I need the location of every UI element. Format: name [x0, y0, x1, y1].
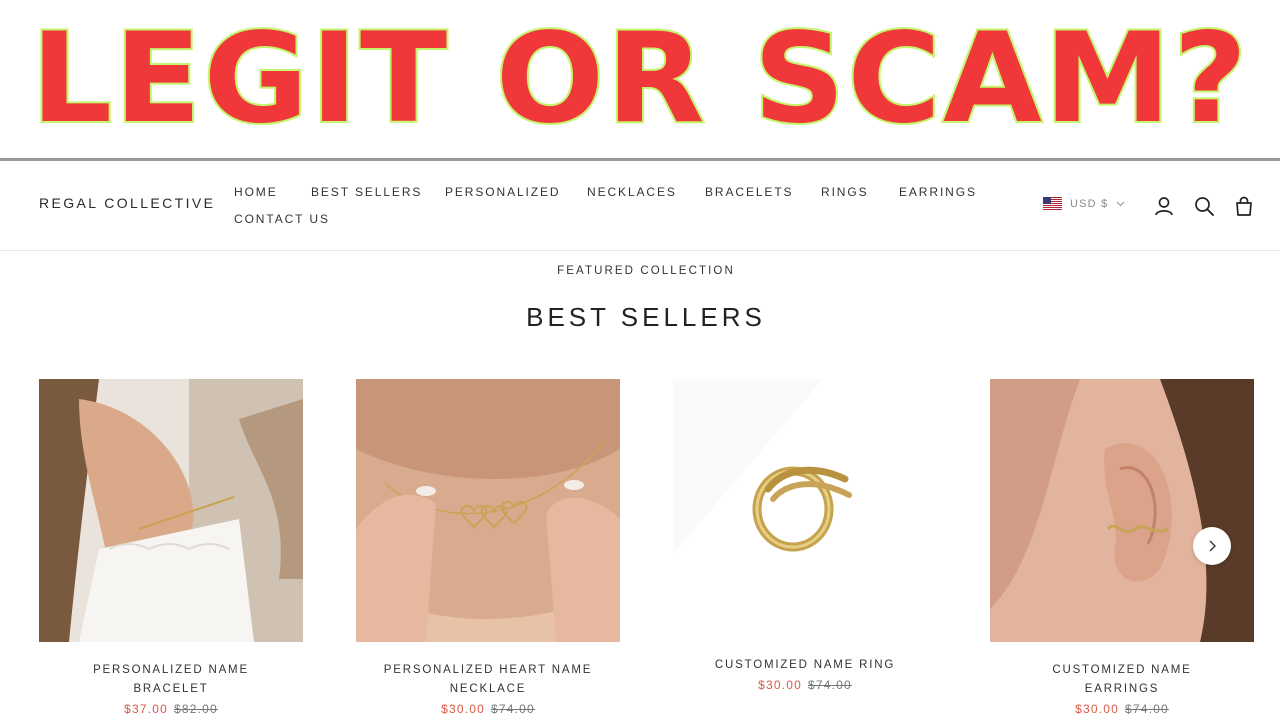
product-image-earrings[interactable] — [990, 379, 1254, 642]
price-row: $30.00 $74.00 — [356, 702, 620, 716]
compare-price: $82.00 — [174, 702, 218, 716]
cart-icon[interactable] — [1233, 195, 1255, 217]
product-name[interactable]: CUSTOMIZED NAME RING — [673, 656, 937, 675]
us-flag-icon — [1043, 197, 1062, 210]
currency-label: USD $ — [1070, 197, 1109, 210]
nav-rings[interactable]: RINGS — [821, 185, 869, 199]
carousel-next-button[interactable] — [1193, 527, 1231, 565]
thumbnail-banner: LEGIT OR SCAM? — [0, 0, 1280, 158]
product-image-bracelet[interactable] — [39, 379, 303, 642]
currency-selector[interactable]: USD $ — [1043, 197, 1125, 210]
product-name[interactable]: PERSONALIZED NAME BRACELET — [39, 661, 303, 699]
nav-home[interactable]: HOME — [234, 185, 278, 199]
product-image-ring[interactable] — [673, 379, 937, 642]
nav-best-sellers[interactable]: BEST SELLERS — [311, 185, 422, 199]
chevron-down-icon — [1116, 201, 1125, 206]
site-header: REGAL COLLECTIVE HOME BEST SELLERS PERSO… — [0, 161, 1280, 251]
compare-price: $74.00 — [1125, 702, 1169, 716]
sale-price: $30.00 — [441, 702, 485, 716]
product-name[interactable]: CUSTOMIZED NAME EARRINGS — [990, 661, 1254, 699]
product-image-necklace[interactable] — [356, 379, 620, 642]
compare-price: $74.00 — [491, 702, 535, 716]
compare-price: $74.00 — [808, 678, 852, 692]
nav-personalized[interactable]: PERSONALIZED — [445, 185, 561, 199]
product-card: PERSONALIZED HEART NAME NECKLACE $30.00 $… — [356, 379, 620, 716]
product-name[interactable]: PERSONALIZED HEART NAME NECKLACE — [356, 661, 620, 699]
product-card: PERSONALIZED NAME BRACELET $37.00 $82.00 — [39, 379, 303, 716]
section-kicker: FEATURED COLLECTION — [557, 265, 735, 277]
store-logo[interactable]: REGAL COLLECTIVE — [39, 195, 215, 211]
nav-bracelets[interactable]: BRACELETS — [705, 185, 793, 199]
price-row: $37.00 $82.00 — [39, 702, 303, 716]
chevron-right-icon — [1209, 540, 1216, 552]
sale-price: $30.00 — [758, 678, 802, 692]
banner-title: LEGIT OR SCAM? — [29, 5, 1250, 153]
sale-price: $30.00 — [1075, 702, 1119, 716]
nav-earrings[interactable]: EARRINGS — [899, 185, 977, 199]
account-icon[interactable] — [1153, 195, 1175, 217]
sale-price: $37.00 — [124, 702, 168, 716]
price-row: $30.00 $74.00 — [990, 702, 1254, 716]
product-card: CUSTOMIZED NAME RING $30.00 $74.00 — [673, 379, 937, 692]
nav-necklaces[interactable]: NECKLACES — [587, 185, 677, 199]
price-row: $30.00 $74.00 — [673, 678, 937, 692]
search-icon[interactable] — [1193, 195, 1215, 217]
section-title: BEST SELLERS — [526, 302, 766, 332]
nav-contact-us[interactable]: CONTACT US — [234, 212, 330, 226]
